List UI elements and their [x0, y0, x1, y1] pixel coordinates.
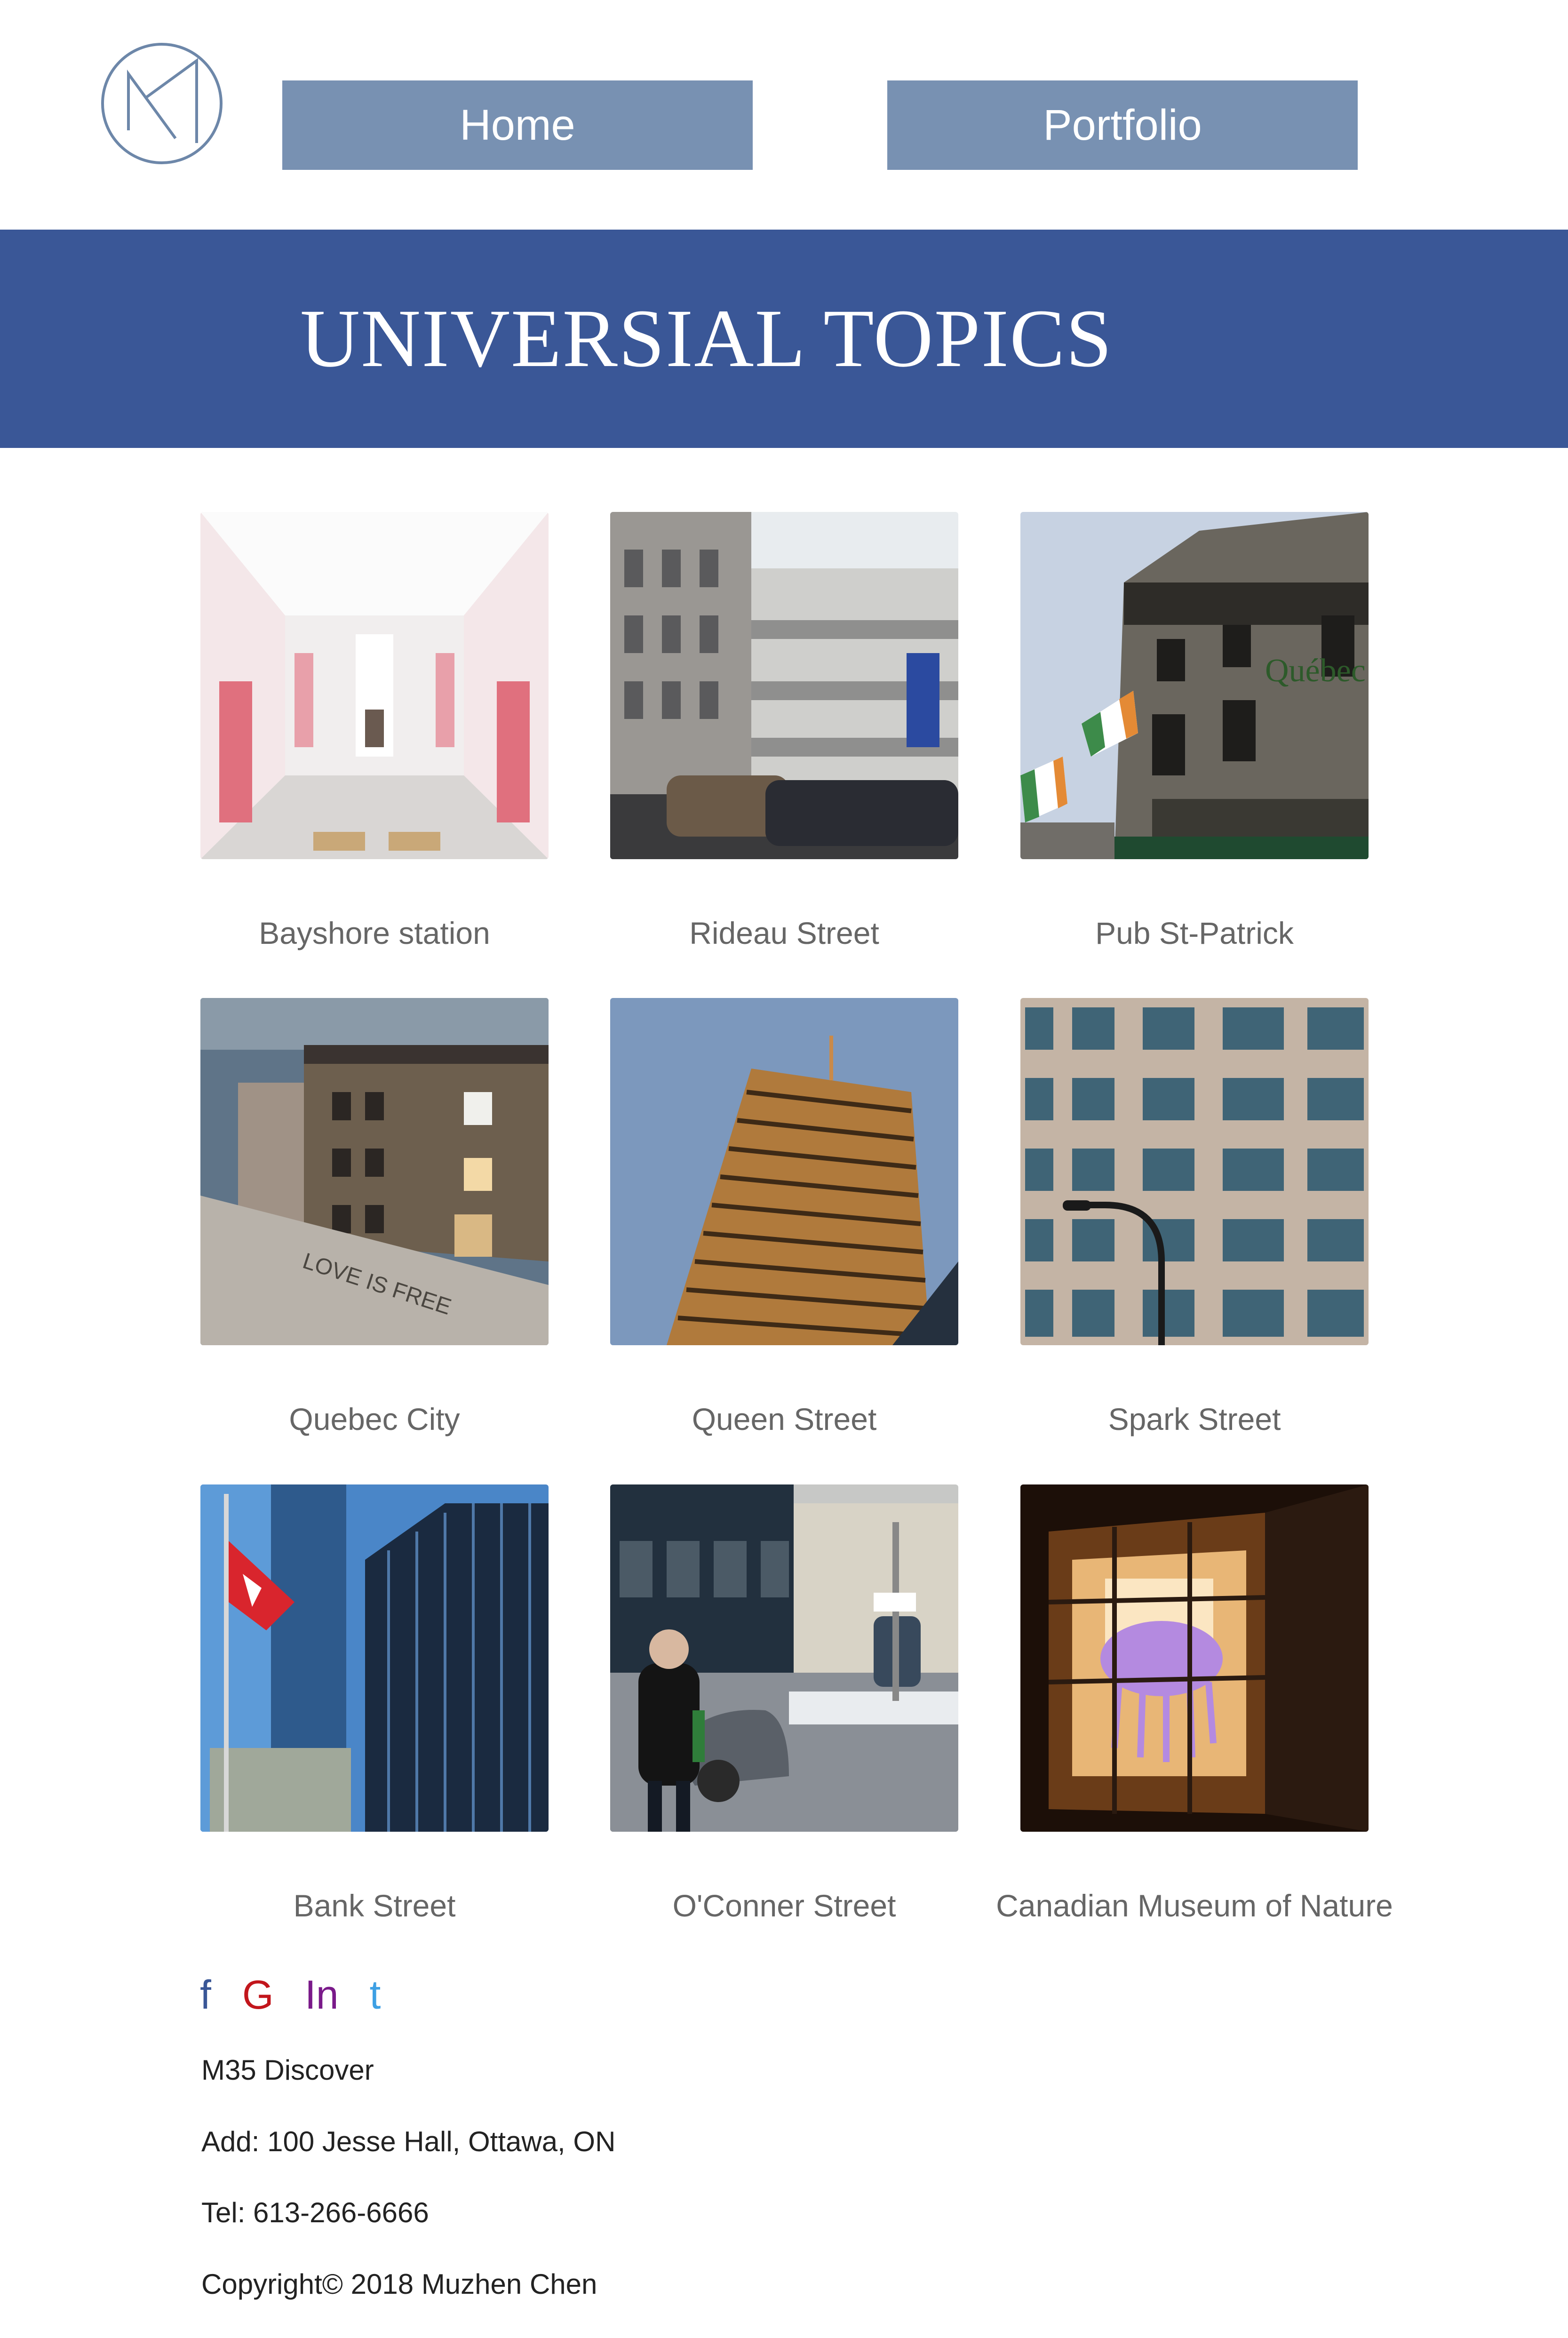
photo-image: Québec	[1020, 512, 1369, 859]
photo-image	[610, 998, 958, 1345]
tile-label: Bayshore station	[259, 916, 490, 950]
photo-bayshore-station[interactable]	[200, 512, 549, 859]
photo-oconner-street[interactable]	[610, 1484, 958, 1832]
tile-label: Pub St-Patrick	[1095, 916, 1294, 950]
tile-label: Rideau Street	[689, 916, 879, 950]
gallery-tile[interactable]: Rideau Street	[610, 512, 958, 950]
gallery-tile[interactable]: Québec Pub St-Patrick	[1020, 512, 1369, 950]
linkedin-icon[interactable]: In	[305, 1972, 339, 2019]
footer-copyright: Copyright© 2018 Muzhen Chen	[201, 2268, 597, 2300]
photo-spark-street[interactable]	[1020, 998, 1369, 1345]
photo-canadian-museum-of-nature[interactable]	[1020, 1484, 1369, 1832]
photo-image	[200, 512, 549, 859]
tile-label: Canadian Museum of Nature	[996, 1888, 1393, 1923]
photo-pub-st-patrick[interactable]: Québec	[1020, 512, 1369, 859]
photo-image	[1020, 998, 1369, 1345]
site-logo[interactable]	[100, 42, 223, 165]
footer-company: M35 Discover	[201, 2054, 374, 2086]
svg-text:Québec: Québec	[1265, 653, 1366, 689]
photo-image	[200, 1484, 549, 1832]
gallery-tile[interactable]: O'Conner Street	[610, 1484, 958, 1923]
footer-tel: Tel: 613-266-6666	[201, 2197, 429, 2228]
photo-image: LOVE IS FREE	[200, 998, 549, 1345]
photo-quebec-city[interactable]: LOVE IS FREE	[200, 998, 549, 1345]
gallery-tile[interactable]: Bank Street	[200, 1484, 549, 1923]
twitter-icon[interactable]: t	[370, 1972, 381, 2019]
social-links: f G In t	[200, 1967, 412, 2023]
nav-portfolio-button[interactable]: Portfolio	[887, 80, 1358, 170]
footer-address: Add: 100 Jesse Hall, Ottawa, ON	[201, 2126, 616, 2157]
tile-label: Queen Street	[692, 1402, 877, 1436]
gallery-tile[interactable]: LOVE IS FREE Quebec City	[200, 998, 549, 1436]
gallery-tile[interactable]: Canadian Museum of Nature	[996, 1484, 1393, 1923]
logo-icon	[101, 43, 223, 164]
photo-bank-street[interactable]	[200, 1484, 549, 1832]
facebook-icon[interactable]: f	[200, 1972, 211, 2019]
tile-label: Bank Street	[293, 1888, 456, 1923]
tile-label: Spark Street	[1108, 1402, 1281, 1436]
gallery-tile[interactable]: Bayshore station	[200, 512, 549, 950]
google-icon[interactable]: G	[242, 1972, 274, 2019]
photo-image	[610, 1484, 958, 1832]
photo-queen-street[interactable]	[610, 998, 958, 1345]
photo-image	[610, 512, 958, 859]
photo-rideau-street[interactable]	[610, 512, 958, 859]
gallery-tile[interactable]: Spark Street	[1020, 998, 1369, 1436]
gallery-tile[interactable]: Queen Street	[610, 998, 958, 1436]
page-title: UNIVERSIAL TOPICS	[300, 293, 1113, 384]
tile-label: O'Conner Street	[672, 1888, 896, 1923]
nav-home-button[interactable]: Home	[282, 80, 753, 170]
photo-image	[1020, 1484, 1369, 1832]
tile-label: Quebec City	[289, 1402, 460, 1436]
